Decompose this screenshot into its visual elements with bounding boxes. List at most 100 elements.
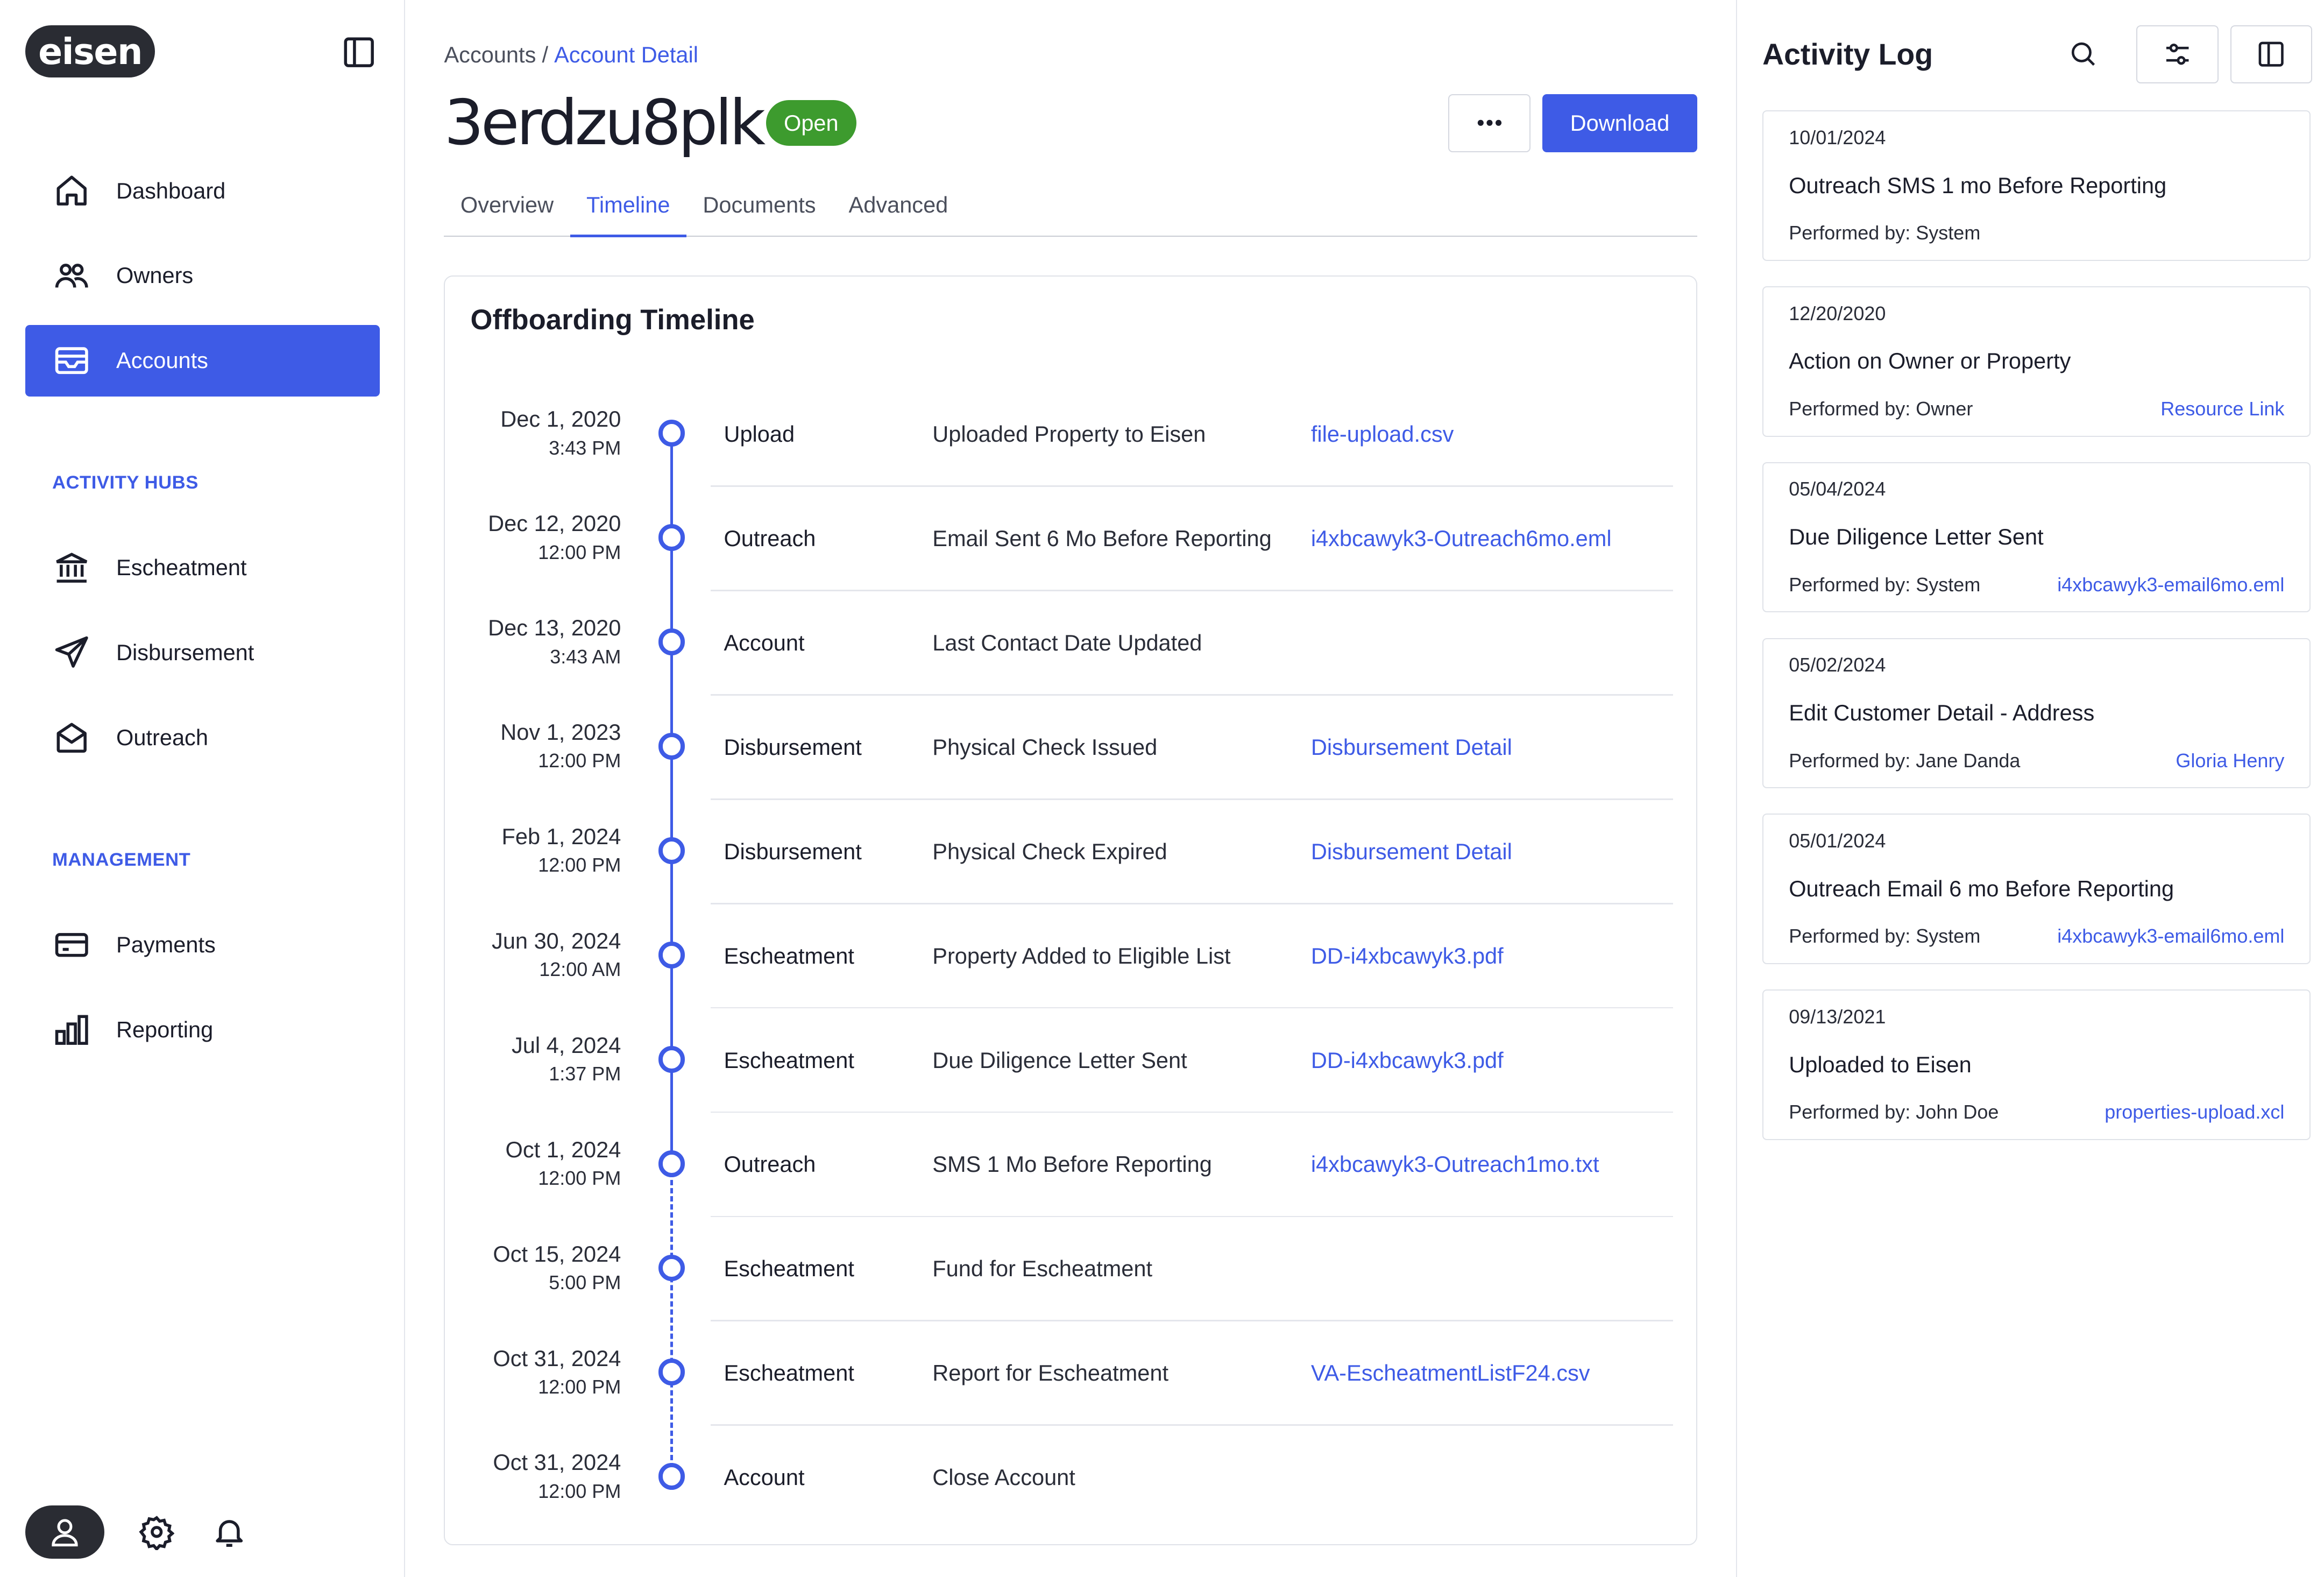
row-divider bbox=[710, 1111, 1673, 1113]
tab-documents[interactable]: Documents bbox=[686, 176, 832, 236]
timeline-node-icon bbox=[658, 524, 685, 551]
breadcrumb-separator: / bbox=[542, 41, 548, 67]
row-divider bbox=[710, 798, 1673, 800]
timeline-link[interactable]: i4xbcawyk3-Outreach1mo.txt bbox=[1311, 1151, 1599, 1177]
activity-log-entry[interactable]: 05/04/2024 Due Diligence Letter Sent Perfo… bbox=[1762, 462, 2311, 613]
log-link[interactable]: Gloria Henry bbox=[2176, 749, 2284, 772]
user-profile-button[interactable] bbox=[25, 1505, 104, 1559]
tab-advanced[interactable]: Advanced bbox=[832, 176, 965, 236]
row-divider bbox=[710, 1007, 1673, 1009]
log-title: Edit Customer Detail - Address bbox=[1789, 700, 2095, 726]
timeline-description: SMS 1 Mo Before Reporting bbox=[932, 1151, 1212, 1177]
tab-timeline[interactable]: Timeline bbox=[570, 176, 687, 238]
home-icon bbox=[52, 172, 91, 210]
log-link[interactable]: Resource Link bbox=[2160, 398, 2284, 420]
section-label-management: MANAGEMENT bbox=[52, 849, 191, 870]
log-performed-by: Performed by: Owner bbox=[1789, 397, 1973, 420]
timeline-row: Dec 1, 2020 3:43 PM Upload Uploaded Propert… bbox=[445, 387, 1698, 491]
timeline-link[interactable]: i4xbcawyk3-Outreach6mo.eml bbox=[1311, 526, 1612, 551]
search-icon[interactable] bbox=[2068, 39, 2101, 72]
log-link[interactable]: properties-upload.xcl bbox=[2105, 1101, 2284, 1123]
log-link[interactable]: i4xbcawyk3-email6mo.eml bbox=[2057, 574, 2284, 596]
panel-toggle-button[interactable] bbox=[2230, 25, 2313, 84]
notification-bell-icon[interactable] bbox=[210, 1513, 249, 1552]
timeline-time: 12:00 PM bbox=[538, 1167, 621, 1189]
nav-item-disbursement[interactable]: Disbursement bbox=[25, 617, 380, 689]
log-title: Outreach Email 6 mo Before Reporting bbox=[1789, 875, 2174, 901]
timeline-category: Disbursement bbox=[724, 838, 862, 864]
timeline-link[interactable]: file-upload.csv bbox=[1311, 421, 1454, 447]
download-button[interactable]: Download bbox=[1542, 94, 1698, 152]
timeline-datetime: Oct 15, 2024 5:00 PM bbox=[493, 1241, 621, 1294]
wallet-icon bbox=[52, 341, 91, 380]
timeline-date: Oct 31, 2024 bbox=[493, 1345, 621, 1371]
log-date: 10/01/2024 bbox=[1789, 126, 1886, 148]
log-link[interactable]: i4xbcawyk3-email6mo.eml bbox=[2057, 925, 2284, 947]
timeline-datetime: Feb 1, 2024 12:00 PM bbox=[502, 824, 621, 876]
nav-item-label: Outreach bbox=[116, 725, 208, 751]
timeline-row: Oct 15, 2024 5:00 PM Escheatment Fund for E… bbox=[445, 1222, 1698, 1326]
nav-item-label: Escheatment bbox=[116, 555, 247, 581]
row-divider bbox=[710, 694, 1673, 696]
sidebar-toggle-icon[interactable] bbox=[341, 34, 377, 70]
activity-log-entry[interactable]: 10/01/2024 Outreach SMS 1 mo Before Repor… bbox=[1762, 110, 2311, 261]
eisen-logo[interactable]: eisen bbox=[25, 25, 155, 78]
breadcrumb-parent[interactable]: Accounts bbox=[444, 42, 536, 67]
activity-log-entry[interactable]: 05/02/2024 Edit Customer Detail - Address… bbox=[1762, 638, 2311, 789]
timeline-datetime: Oct 1, 2024 12:00 PM bbox=[506, 1137, 621, 1190]
breadcrumb-current[interactable]: Account Detail bbox=[554, 42, 698, 67]
log-performed-by: Performed by: System bbox=[1789, 925, 1981, 947]
timeline-row: Jul 4, 2024 1:37 PM Escheatment Due Diligen… bbox=[445, 1013, 1698, 1118]
activity-log-entry[interactable]: 12/20/2020 Action on Owner or Property Per… bbox=[1762, 286, 2311, 437]
bar-chart-icon bbox=[52, 1010, 91, 1049]
nav-item-accounts[interactable]: Accounts bbox=[25, 324, 380, 397]
timeline-date: Dec 12, 2020 bbox=[488, 511, 621, 536]
timeline-date: Dec 1, 2020 bbox=[500, 406, 621, 432]
settings-gear-icon[interactable] bbox=[137, 1513, 176, 1552]
activity-log-entry[interactable]: 05/01/2024 Outreach Email 6 mo Before Rep… bbox=[1762, 814, 2311, 965]
timeline-node-icon bbox=[658, 941, 685, 968]
timeline-datetime: Nov 1, 2023 12:00 PM bbox=[500, 719, 621, 772]
bank-icon bbox=[52, 548, 91, 587]
tab-overview[interactable]: Overview bbox=[444, 176, 570, 236]
timeline-date: Nov 1, 2023 bbox=[500, 719, 621, 745]
timeline-link[interactable]: DD-i4xbcawyk3.pdf bbox=[1311, 943, 1504, 969]
nav-item-reporting[interactable]: Reporting bbox=[25, 994, 380, 1066]
status-badge: Open bbox=[766, 100, 856, 146]
nav-item-payments[interactable]: Payments bbox=[25, 909, 380, 981]
send-icon bbox=[52, 633, 91, 672]
row-divider bbox=[710, 485, 1673, 487]
timeline-datetime: Dec 12, 2020 12:00 PM bbox=[488, 511, 621, 563]
nav-item-dashboard[interactable]: Dashboard bbox=[25, 155, 380, 227]
timeline-category: Account bbox=[724, 1465, 805, 1490]
nav-item-outreach[interactable]: Outreach bbox=[25, 702, 380, 774]
activity-log-entry[interactable]: 09/13/2021 Uploaded to Eisen Performed by:… bbox=[1762, 989, 2311, 1141]
nav-item-escheatment[interactable]: Escheatment bbox=[25, 532, 380, 604]
timeline-node-icon bbox=[658, 733, 685, 760]
timeline-node-icon bbox=[658, 420, 685, 447]
log-title: Action on Owner or Property bbox=[1789, 348, 2071, 374]
log-date: 05/02/2024 bbox=[1789, 654, 1886, 676]
timeline-datetime: Jun 30, 2024 12:00 AM bbox=[492, 928, 621, 981]
log-title: Due Diligence Letter Sent bbox=[1789, 524, 2044, 550]
timeline-time: 5:00 PM bbox=[549, 1271, 621, 1293]
timeline-description: Physical Check Expired bbox=[932, 838, 1167, 864]
filter-button[interactable] bbox=[2136, 25, 2219, 84]
timeline-link[interactable]: DD-i4xbcawyk3.pdf bbox=[1311, 1048, 1504, 1073]
nav-item-label: Owners bbox=[116, 263, 194, 288]
timeline-time: 3:43 PM bbox=[549, 436, 621, 459]
timeline-link[interactable]: Disbursement Detail bbox=[1311, 734, 1512, 760]
timeline-link[interactable]: VA-EscheatmentListF24.csv bbox=[1311, 1360, 1590, 1386]
nav-item-owners[interactable]: Owners bbox=[25, 240, 380, 312]
timeline-date: Feb 1, 2024 bbox=[501, 824, 621, 850]
more-options-button[interactable] bbox=[1448, 94, 1531, 152]
timeline-time: 12:00 PM bbox=[538, 541, 621, 563]
timeline-date: Dec 13, 2020 bbox=[488, 615, 621, 641]
timeline-time: 12:00 PM bbox=[538, 854, 621, 876]
timeline-category: Escheatment bbox=[724, 1256, 854, 1282]
timeline-description: Due Diligence Letter Sent bbox=[932, 1047, 1187, 1073]
timeline-link[interactable]: Disbursement Detail bbox=[1311, 839, 1512, 865]
offboarding-timeline-card: Offboarding Timeline Dec 1, 2020 3:43 PM U… bbox=[444, 275, 1698, 1546]
nav-item-label: Disbursement bbox=[116, 640, 254, 666]
log-performed-by: Performed by: System bbox=[1789, 573, 1981, 596]
